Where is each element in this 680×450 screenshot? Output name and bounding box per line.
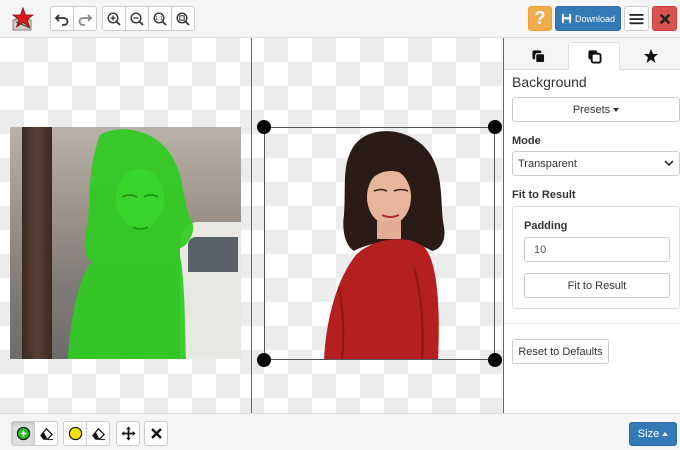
original-image[interactable] (10, 127, 241, 359)
crop-handle-bottom-left[interactable] (257, 353, 271, 367)
clear-button[interactable] (144, 421, 168, 446)
foreground-marker-icon (16, 426, 30, 441)
background-eraser-button[interactable] (86, 421, 110, 446)
tab-layers[interactable] (512, 42, 564, 70)
undo-icon (54, 13, 69, 26)
zoom-out-button[interactable] (125, 6, 149, 31)
hamburger-menu-icon (629, 13, 644, 24)
undo-button[interactable] (50, 6, 74, 31)
padding-input[interactable]: 10 (524, 237, 670, 262)
crop-selection-box[interactable] (264, 127, 495, 360)
crop-handle-top-right[interactable] (488, 120, 502, 134)
caret-up-icon (662, 432, 669, 436)
close-button[interactable] (652, 6, 677, 31)
tab-favorites[interactable] (625, 42, 677, 70)
mode-label: Mode (512, 135, 541, 147)
foreground-eraser-button[interactable] (34, 421, 58, 446)
fit-to-result-button[interactable]: Fit to Result (524, 273, 670, 298)
close-icon (659, 13, 670, 24)
copy-icon-filled (531, 49, 545, 63)
zoom-fit-icon (176, 11, 190, 26)
save-disk-icon (561, 13, 572, 24)
background-tools (63, 421, 110, 446)
clear-icon (150, 428, 162, 439)
move-icon (120, 426, 136, 441)
fit-section-label: Fit to Result (512, 189, 576, 201)
zoom-group: 1:1 (102, 6, 195, 31)
chevron-down-icon (664, 160, 674, 167)
clear-tool-group (144, 421, 168, 446)
foreground-tools (11, 421, 58, 446)
foreground-mask (68, 129, 194, 359)
eraser-icon (39, 427, 53, 441)
size-button[interactable]: Size (629, 422, 677, 446)
presets-dropdown[interactable]: Presets (512, 97, 680, 122)
canvas-divider (251, 38, 252, 413)
move-tool-group (116, 421, 140, 446)
eraser-icon (91, 427, 105, 441)
menu-button[interactable] (624, 6, 649, 31)
crop-handle-top-left[interactable] (257, 120, 271, 134)
padding-label: Padding (524, 220, 568, 232)
zoom-in-button[interactable] (102, 6, 126, 31)
help-button[interactable]: ? (528, 6, 552, 31)
svg-text:1:1: 1:1 (155, 15, 163, 21)
bottom-toolbar: Size (0, 413, 680, 450)
background-marker-icon (68, 426, 82, 441)
redo-icon (78, 13, 93, 26)
redo-button[interactable] (73, 6, 97, 31)
zoom-actual-size-icon: 1:1 (153, 11, 167, 26)
crop-handle-bottom-right[interactable] (488, 353, 502, 367)
download-label: Download (574, 13, 616, 24)
download-button[interactable]: Download (555, 6, 621, 31)
zoom-actual-size-button[interactable]: 1:1 (148, 6, 172, 31)
foreground-marker-button[interactable] (11, 421, 35, 446)
star-icon (644, 49, 658, 63)
fit-to-result-box: Padding 10 Fit to Result (512, 206, 680, 309)
tab-background[interactable] (568, 42, 620, 70)
settings-panel: Background Presets Mode Transparent Fit … (504, 38, 680, 413)
history-group (50, 6, 97, 31)
panel-title: Background (512, 74, 587, 90)
zoom-in-icon (107, 11, 121, 26)
panel-tabs (504, 38, 680, 70)
zoom-out-icon (130, 11, 144, 26)
caret-down-icon (613, 107, 620, 112)
move-button[interactable] (116, 421, 140, 446)
background-marker-button[interactable] (63, 421, 87, 446)
zoom-fit-button[interactable] (171, 6, 195, 31)
mode-select[interactable]: Transparent (512, 151, 680, 176)
top-toolbar: 1:1 ? Download (0, 0, 680, 38)
reset-to-defaults-button[interactable]: Reset to Defaults (512, 339, 609, 364)
mode-value: Transparent (518, 157, 577, 170)
size-label: Size (637, 428, 660, 440)
copy-icon-outline (587, 49, 602, 64)
editor-canvas[interactable] (0, 38, 504, 413)
presets-label: Presets (572, 103, 611, 116)
panel-separator (504, 323, 680, 324)
app-logo-icon (10, 6, 36, 32)
